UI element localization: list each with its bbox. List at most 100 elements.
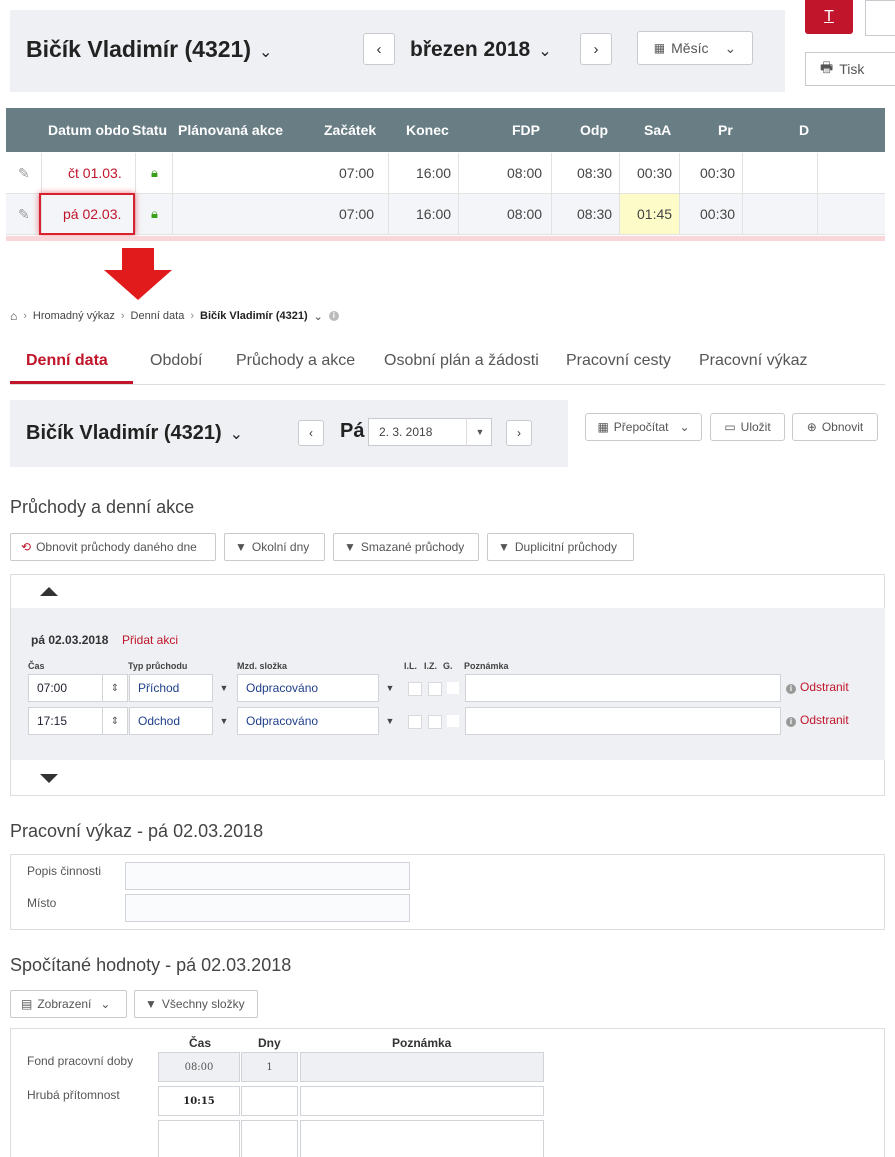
il-checkbox[interactable]: [408, 682, 422, 696]
triangle-up-icon[interactable]: [40, 587, 58, 596]
edit-icon[interactable]: ✎: [18, 194, 30, 234]
calc-days-value: 1: [241, 1052, 298, 1082]
next-day-button[interactable]: ›: [506, 420, 532, 446]
grid-icon: ▦: [597, 420, 609, 434]
iz-checkbox[interactable]: [428, 715, 442, 729]
time-stepper-icon[interactable]: ⇕: [102, 707, 128, 735]
row-end: 16:00: [416, 165, 452, 181]
pass-time-input[interactable]: 17:15: [28, 707, 103, 735]
col-pr[interactable]: Pr: [718, 122, 733, 138]
info-icon[interactable]: i: [328, 311, 339, 321]
place-input[interactable]: [125, 894, 410, 922]
prev-month-button[interactable]: ‹: [363, 33, 395, 65]
table-row-selected[interactable]: ✎ pá 02.03. 🔒︎ 07:00 16:00 08:00 08:30 0…: [6, 194, 885, 235]
edit-icon[interactable]: ✎: [18, 153, 30, 193]
refresh-button[interactable]: ⊕ Obnovit: [792, 413, 878, 441]
remove-pass-link[interactable]: i Odstranit: [786, 680, 849, 694]
col-odp[interactable]: Odp: [580, 122, 608, 138]
refresh-passes-button[interactable]: ⟲ Obnovit průchody daného dne: [10, 533, 216, 561]
tab-work-report[interactable]: Pracovní výkaz: [699, 352, 807, 370]
month-selector[interactable]: březen 2018 ⌄: [410, 38, 552, 62]
g-checkbox[interactable]: [447, 682, 459, 694]
col-planned[interactable]: Plánovaná akce: [178, 122, 283, 138]
recalculate-button[interactable]: ▦ Přepočítat ⌄: [585, 413, 702, 441]
lock-icon: 🔒︎: [151, 206, 158, 221]
pass-type-select[interactable]: Odchod: [129, 707, 213, 735]
deleted-passes-button[interactable]: ▼ Smazané průchody: [333, 533, 479, 561]
print-button[interactable]: 🖶 Tisk: [805, 52, 895, 86]
text-tool-button[interactable]: T: [805, 0, 853, 34]
row-date[interactable]: čt 01.03.: [68, 153, 122, 193]
il-checkbox[interactable]: [408, 715, 422, 729]
pass-note-input[interactable]: [465, 674, 781, 702]
tab-business-trips[interactable]: Pracovní cesty: [566, 352, 671, 370]
caret-down-icon[interactable]: ▼: [378, 674, 402, 702]
breadcrumb-item[interactable]: Hromadný výkaz: [33, 310, 115, 322]
next-month-button[interactable]: ›: [580, 33, 612, 65]
remove-label: Odstranit: [800, 713, 849, 727]
view-icon: ▤: [21, 997, 33, 1011]
add-action-link[interactable]: Přidat akci: [122, 633, 178, 647]
col-end[interactable]: Konec: [406, 122, 449, 138]
breadcrumb-item[interactable]: Denní data: [131, 310, 185, 322]
tab-period[interactable]: Období: [150, 352, 202, 370]
row-pr: 00:30: [700, 165, 736, 181]
nearby-days-button[interactable]: ▼ Okolní dny: [224, 533, 325, 561]
employee-selector[interactable]: Bičík Vladimír (4321) ⌄: [26, 36, 272, 63]
activity-label: Popis činnosti: [27, 864, 102, 878]
col-start[interactable]: Začátek: [324, 122, 376, 138]
wage-component-select[interactable]: Odpracováno: [237, 674, 379, 702]
col-d[interactable]: D: [799, 122, 809, 138]
view-label: Zobrazení: [37, 997, 92, 1011]
chevron-down-icon: ⌄: [724, 39, 737, 56]
row-start: 07:00: [339, 165, 375, 181]
row-pr: 00:30: [700, 206, 736, 222]
breadcrumb-separator: ›: [23, 310, 27, 322]
duplicate-passes-button[interactable]: ▼ Duplicitní průchody: [487, 533, 634, 561]
down-arrow-head: [104, 270, 172, 300]
history-icon: ⟲: [21, 540, 32, 554]
g-checkbox[interactable]: [447, 715, 459, 727]
view-button[interactable]: ▤ Zobrazení ⌄: [10, 990, 127, 1018]
triangle-down-icon[interactable]: [40, 774, 58, 783]
chevron-down-icon[interactable]: ⌄: [314, 310, 323, 323]
all-components-button[interactable]: ▼ Všechny složky: [134, 990, 258, 1018]
calc-row-label: Hrubá přítomnost: [27, 1088, 120, 1102]
calc-days-value: [241, 1086, 298, 1116]
activity-input[interactable]: [125, 862, 410, 890]
caret-down-icon[interactable]: ▼: [378, 707, 402, 735]
table-row[interactable]: ✎ čt 01.03. 🔒︎ 07:00 16:00 08:00 08:30 0…: [6, 153, 885, 194]
iz-checkbox[interactable]: [428, 682, 442, 696]
col-saa[interactable]: SaA: [644, 122, 671, 138]
caret-down-icon[interactable]: ▼: [212, 707, 236, 735]
employee-selector[interactable]: Bičík Vladimír (4321) ⌄: [26, 422, 243, 445]
tab-daily-data[interactable]: Denní data: [26, 352, 108, 370]
tab-passes[interactable]: Průchody a akce: [236, 352, 355, 370]
pass-time-input[interactable]: 07:00: [28, 674, 103, 702]
remove-pass-link[interactable]: i Odstranit: [786, 713, 849, 727]
calc-time-value: [158, 1120, 240, 1157]
chevron-down-icon: ⌄: [259, 44, 273, 61]
view-mode-button[interactable]: ▦ Měsíc ⌄: [637, 31, 753, 65]
view-mode-label: Měsíc: [671, 40, 709, 56]
time-stepper-icon[interactable]: ⇕: [102, 674, 128, 702]
col-fdp[interactable]: FDP: [512, 122, 540, 138]
save-label: Uložit: [740, 420, 771, 434]
pass-type-select[interactable]: Příchod: [129, 674, 213, 702]
pass-note-input[interactable]: [465, 707, 781, 735]
home-icon[interactable]: ⌂: [10, 309, 17, 323]
save-button[interactable]: ▭ Uložit: [710, 413, 785, 441]
caret-down-icon[interactable]: ▼: [466, 418, 493, 446]
prev-day-button[interactable]: ‹: [298, 420, 324, 446]
export-button[interactable]: [865, 0, 895, 36]
tab-personal-plan[interactable]: Osobní plán a žádosti: [384, 352, 539, 370]
col-date[interactable]: Datum obdo: [48, 122, 130, 138]
calc-title: Spočítané hodnoty - pá 02.03.2018: [10, 955, 292, 975]
row-odp: 08:30: [577, 206, 613, 222]
caret-down-icon[interactable]: ▼: [212, 674, 236, 702]
wage-component-select[interactable]: Odpracováno: [237, 707, 379, 735]
col-status[interactable]: Statu: [132, 122, 167, 138]
calc-time-value: 08:00: [158, 1052, 240, 1082]
breadcrumb-current[interactable]: Bičík Vladimír (4321): [200, 310, 308, 322]
row-fdp: 08:00: [507, 206, 543, 222]
